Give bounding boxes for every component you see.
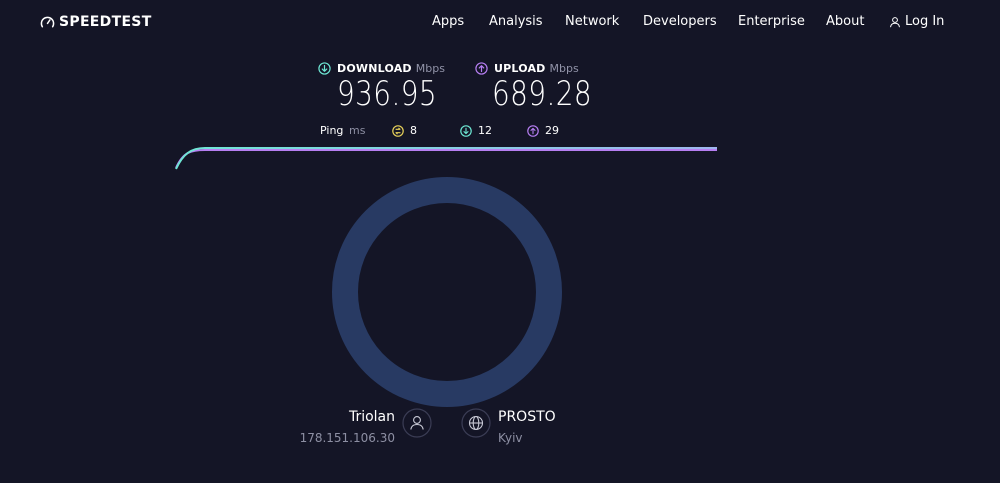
nav-item-analysis[interactable]: Analysis xyxy=(489,12,543,32)
ping-idle-value: 8 xyxy=(410,124,417,137)
user-icon xyxy=(890,17,900,28)
server-name[interactable]: PROSTO xyxy=(498,408,556,426)
upload-unit: Mbps xyxy=(549,61,579,75)
isp-user-icon[interactable] xyxy=(402,408,432,438)
login-link[interactable]: Log In xyxy=(889,12,944,32)
ping-upload-value: 29 xyxy=(545,124,559,137)
download-arrow-icon xyxy=(318,61,331,75)
upload-graph-line xyxy=(175,149,717,169)
nav-item-network[interactable]: Network xyxy=(565,12,619,32)
top-nav: Apps Analysis Network Developers Enterpr… xyxy=(0,12,1000,32)
ping-row: Ping ms 8 12 29 xyxy=(0,124,1000,138)
speedtest-page: SPEEDTEST Apps Analysis Network Develope… xyxy=(0,0,1000,483)
download-label: DOWNLOAD xyxy=(337,61,412,75)
upload-label: UPLOAD xyxy=(494,61,546,75)
speed-graph xyxy=(175,147,717,170)
download-unit: Mbps xyxy=(415,61,445,75)
ping-idle: 8 xyxy=(392,124,417,138)
isp-ip: 178.151.106.30 xyxy=(299,431,395,445)
nav-item-enterprise[interactable]: Enterprise xyxy=(738,12,805,32)
ping-label: Ping xyxy=(320,124,344,137)
ping-upload: 29 xyxy=(527,124,559,138)
download-value: 936.95 xyxy=(337,74,438,114)
server-location: Kyiv xyxy=(498,431,523,445)
ping-unit: ms xyxy=(349,124,366,137)
nav-item-about[interactable]: About xyxy=(826,12,864,32)
login-label: Log In xyxy=(905,14,945,29)
upload-value: 689.28 xyxy=(492,74,593,114)
ping-upload-icon xyxy=(527,125,539,137)
gauge-ring xyxy=(332,177,562,407)
nav-item-apps[interactable]: Apps xyxy=(432,12,464,32)
isp-name: Triolan xyxy=(348,409,395,425)
ping-idle-icon xyxy=(392,125,404,137)
ping-download-icon xyxy=(460,125,472,137)
speed-gauge xyxy=(332,177,562,407)
ping-download-value: 12 xyxy=(478,124,492,137)
ping-download: 12 xyxy=(460,124,492,138)
nav-item-developers[interactable]: Developers xyxy=(643,12,717,32)
upload-arrow-icon xyxy=(475,61,488,75)
download-graph-line xyxy=(175,147,717,170)
server-globe-icon[interactable] xyxy=(461,408,491,438)
